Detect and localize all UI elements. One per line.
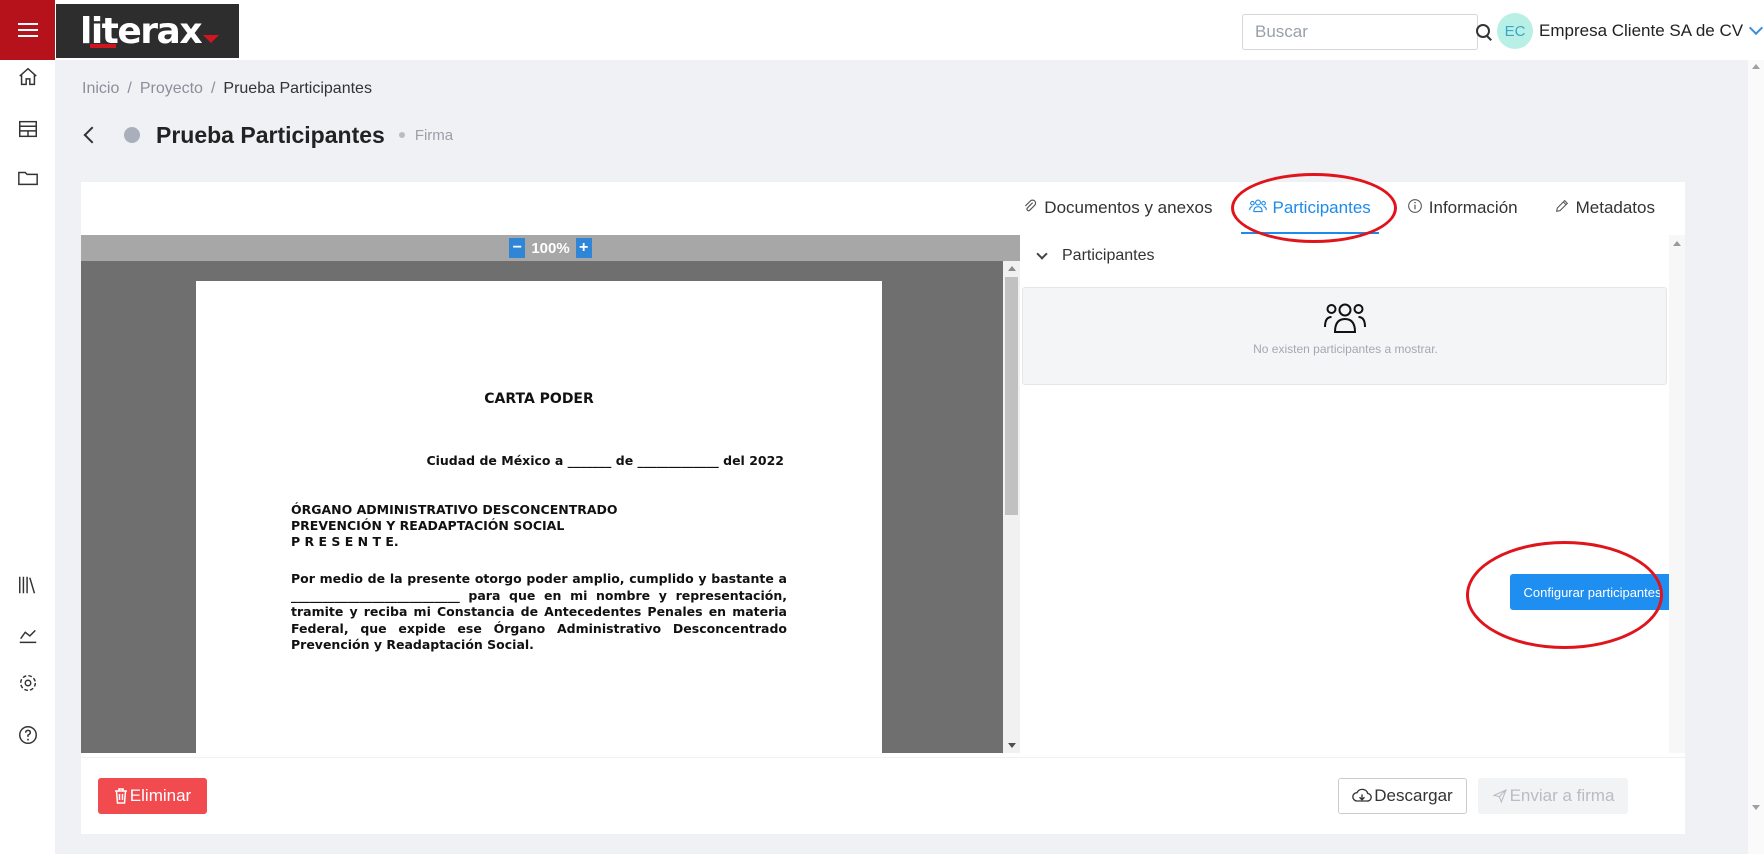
tab-documentos[interactable]: Documentos y anexos <box>1004 182 1230 234</box>
menu-button[interactable] <box>0 0 55 60</box>
document-page: CARTA PODER Ciudad de México a _______ d… <box>196 281 882 753</box>
zoom-level: 100% <box>531 239 570 257</box>
title-row: Prueba Participantes Firma <box>82 120 453 150</box>
empty-message: No existen participantes a mostrar. <box>1253 342 1438 356</box>
tab-label: Participantes <box>1272 198 1371 217</box>
tab-participantes[interactable]: Participantes <box>1231 182 1389 234</box>
document-scrollbar[interactable] <box>1003 261 1020 753</box>
participants-section-toggle[interactable]: Participantes <box>1036 247 1155 265</box>
users-icon <box>1324 303 1366 333</box>
scroll-thumb[interactable] <box>1005 277 1018 515</box>
help-icon[interactable] <box>17 724 39 746</box>
zoom-out-button[interactable]: − <box>509 238 526 258</box>
avatar: EC <box>1497 13 1533 49</box>
empty-state: No existen participantes a mostrar. <box>1022 287 1667 385</box>
action-footer: Eliminar Descargar Enviar a firma <box>81 758 1685 834</box>
folder-icon[interactable] <box>17 167 39 189</box>
send-to-sign-button[interactable]: Enviar a firma <box>1478 778 1628 814</box>
zoom-in-button[interactable]: + <box>575 238 592 258</box>
breadcrumb-item-proyecto[interactable]: Proyecto <box>140 80 203 97</box>
breadcrumb-item-current: Prueba Participantes <box>223 80 372 97</box>
zoom-bar: − 100% + <box>81 235 1020 261</box>
logo-underline <box>90 44 116 48</box>
scroll-up-icon[interactable] <box>1673 241 1681 246</box>
gear-icon[interactable] <box>17 672 39 694</box>
chevron-down-icon[interactable] <box>1749 20 1764 36</box>
tab-label: Información <box>1428 198 1518 217</box>
scroll-up-icon[interactable] <box>1008 266 1016 271</box>
page-subtitle: Firma <box>414 126 454 144</box>
tab-bar: Documentos y anexos Participantes Inform… <box>1004 182 1673 234</box>
table-icon[interactable] <box>17 118 39 140</box>
tab-informacion[interactable]: Información <box>1389 182 1536 234</box>
user-name: Empresa Cliente SA de CV <box>1539 21 1744 40</box>
cloud-download-icon <box>1352 788 1373 802</box>
sidebar <box>0 60 55 854</box>
document-viewer[interactable]: − 100% + CARTA PODER Ciudad de México a … <box>81 235 1020 753</box>
chart-icon[interactable] <box>17 624 39 646</box>
document-addressee: ÓRGANO ADMINISTRATIVO DESCONCENTRADO PRE… <box>291 502 618 549</box>
info-icon <box>1407 198 1423 219</box>
app-logo[interactable]: literax <box>56 4 239 58</box>
configure-participants-button[interactable]: Configurar participantes <box>1510 574 1675 610</box>
tab-label: Metadatos <box>1575 198 1655 217</box>
breadcrumb: Inicio / Proyecto / Prueba Participantes <box>82 80 372 97</box>
participants-panel: Participantes No existen participantes a… <box>1020 235 1685 753</box>
paperclip-icon <box>1022 198 1038 219</box>
delete-button[interactable]: Eliminar <box>98 778 207 814</box>
logo-mark-icon <box>203 35 220 43</box>
document-title: CARTA PODER <box>484 391 594 407</box>
search-box <box>1242 14 1490 50</box>
library-icon[interactable] <box>17 574 39 596</box>
breadcrumb-item-inicio[interactable]: Inicio <box>82 80 119 97</box>
main-card: Documentos y anexos Participantes Inform… <box>81 182 1685 757</box>
send-icon <box>1491 788 1507 804</box>
document-date-line: Ciudad de México a _______ de __________… <box>426 453 784 468</box>
search-input[interactable] <box>1255 22 1476 42</box>
document-body: Por medio de la presente otorgo poder am… <box>291 571 787 652</box>
chevron-down-icon <box>1036 248 1048 260</box>
status-dot <box>124 127 140 143</box>
top-bar: literax EC Empresa Cliente SA de CV <box>0 0 1764 60</box>
trash-icon <box>114 788 127 804</box>
page-title: Prueba Participantes <box>156 121 385 148</box>
separator-dot <box>398 132 405 138</box>
page-scrollbar[interactable] <box>1748 60 1764 854</box>
back-chevron-icon[interactable] <box>83 126 101 144</box>
scroll-down-icon[interactable] <box>1008 743 1016 748</box>
user-menu[interactable]: EC Empresa Cliente SA de CV <box>1497 12 1764 50</box>
pencil-icon <box>1554 198 1570 219</box>
scroll-up-icon[interactable] <box>1752 64 1760 69</box>
home-icon[interactable] <box>17 66 39 88</box>
panel-scrollbar[interactable] <box>1669 235 1685 753</box>
hamburger-icon <box>17 23 38 37</box>
download-button[interactable]: Descargar <box>1338 778 1467 814</box>
users-icon <box>1248 198 1267 219</box>
scroll-down-icon[interactable] <box>1752 805 1760 810</box>
tab-label: Documentos y anexos <box>1044 198 1213 217</box>
section-title: Participantes <box>1062 247 1155 264</box>
tab-metadatos[interactable]: Metadatos <box>1536 182 1673 234</box>
